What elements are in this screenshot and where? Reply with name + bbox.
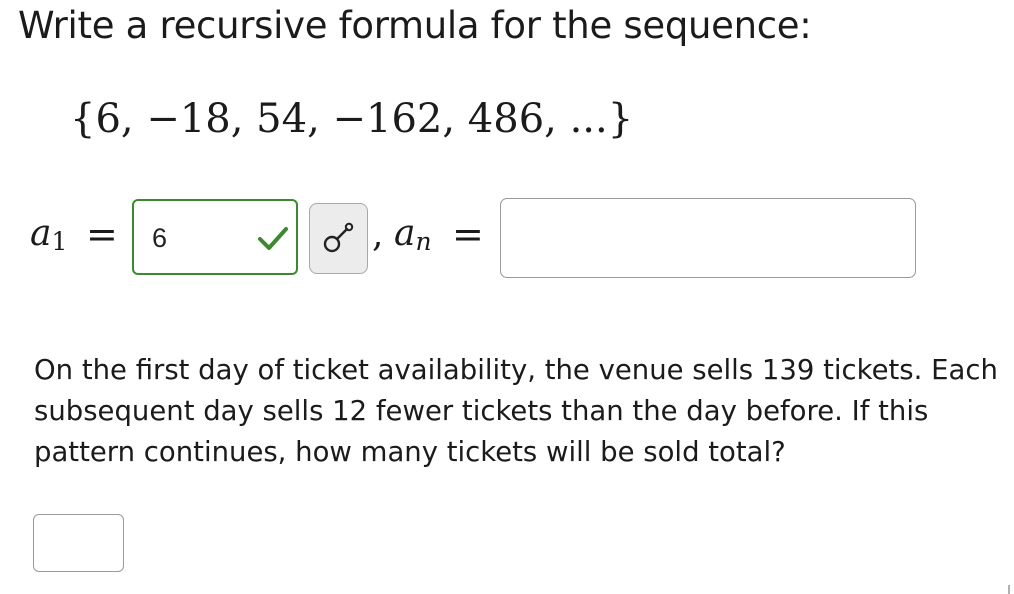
sequence-display: {6, −18, 54, −162, 486, ...} <box>70 96 634 142</box>
scroll-edge-mark <box>1008 585 1010 594</box>
a1-label-subscript: 1 <box>51 227 68 256</box>
an-label-letter: a <box>394 213 416 254</box>
checkmark-icon <box>258 227 288 250</box>
equation-editor-button[interactable] <box>309 203 368 274</box>
an-equals-sign: = <box>452 212 484 256</box>
formula-comma: , <box>372 214 384 255</box>
question2-text: On the first day of ticket availability,… <box>34 350 998 473</box>
ticket-total-input[interactable] <box>33 514 124 572</box>
a1-equals-sign: = <box>86 212 118 256</box>
an-input-field[interactable] <box>500 198 916 278</box>
question2-line: subsequent day sells 12 fewer tickets th… <box>34 395 929 427</box>
question-prompt: Write a recursive formula for the sequen… <box>18 4 812 47</box>
a1-label-letter: a <box>30 213 52 254</box>
equation-editor-icon <box>323 222 354 253</box>
a1-label: a1 <box>30 213 67 256</box>
a1-input-field[interactable]: 6 <box>132 199 298 275</box>
question2-line: On the first day of ticket availability,… <box>34 354 998 386</box>
question2-line: pattern continues, how many tickets will… <box>34 436 786 468</box>
an-label: an <box>394 213 432 256</box>
an-label-subscript: n <box>415 227 432 256</box>
a1-input-value: 6 <box>152 223 168 253</box>
